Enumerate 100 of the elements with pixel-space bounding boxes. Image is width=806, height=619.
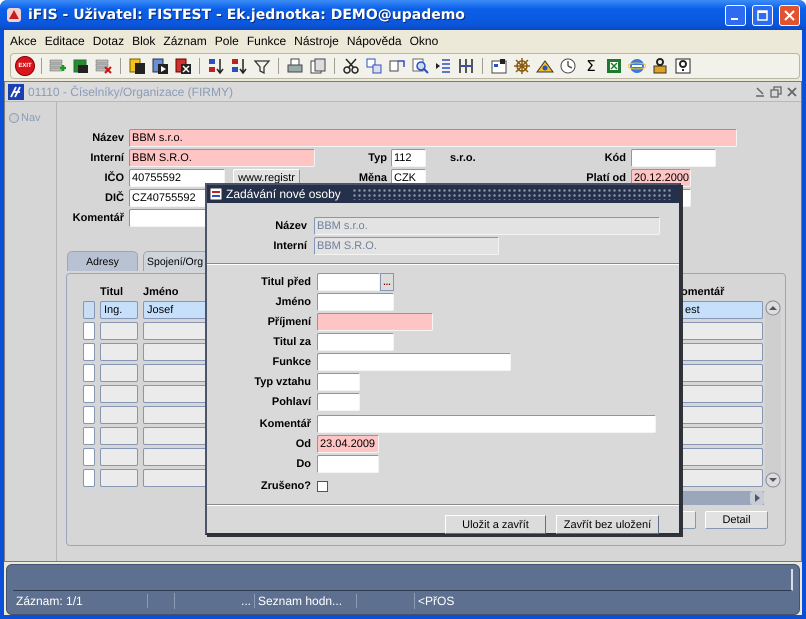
field-label: Název [91, 132, 124, 144]
column-header: omentář [681, 286, 726, 298]
dialog-title: Zadávání nové osoby [226, 187, 341, 201]
input-field[interactable] [317, 393, 360, 411]
print-preview-icon[interactable] [309, 57, 327, 75]
menu-item[interactable]: Pole [210, 34, 243, 48]
input-field[interactable]: 23.04.2009 [317, 435, 379, 453]
scroll-down-icon[interactable] [765, 472, 781, 488]
sort-ascending-icon[interactable] [207, 57, 225, 75]
globe-icon[interactable] [628, 57, 646, 75]
close-icon [784, 10, 795, 20]
close-icon[interactable] [786, 86, 798, 98]
close-button[interactable] [779, 4, 800, 26]
dialog-button[interactable]: Zavřít bez uložení [556, 515, 659, 534]
spreadsheet-icon[interactable] [605, 57, 623, 75]
field-label: Interní [272, 240, 307, 252]
menu-item[interactable]: Záznam [159, 34, 211, 48]
menu-item[interactable]: Nástroje [290, 34, 343, 48]
document-cross-icon[interactable] [174, 57, 192, 75]
input-field[interactable] [317, 313, 433, 331]
menu-item[interactable]: Editace [40, 34, 89, 48]
input-field[interactable] [317, 455, 379, 473]
menu-item[interactable]: Akce [6, 34, 41, 48]
field-label: Typ vztahu [253, 376, 311, 388]
input-field[interactable] [317, 415, 656, 433]
row-indicator[interactable] [83, 322, 95, 340]
maximize-button[interactable] [752, 4, 773, 26]
help-lock-icon[interactable] [651, 57, 669, 75]
field-label: Titul před [260, 276, 311, 288]
list-button[interactable]: ... [380, 273, 394, 291]
copy-icon[interactable] [365, 57, 383, 75]
row-indicator[interactable] [83, 427, 95, 445]
vertical-scrollbar[interactable] [765, 300, 781, 488]
row-indicator[interactable] [83, 448, 95, 466]
scroll-right-icon[interactable] [750, 491, 764, 505]
save-row-icon[interactable] [72, 57, 90, 75]
menu-item[interactable]: Funkce [242, 34, 290, 48]
document-stack-icon[interactable] [128, 57, 146, 75]
sort-descending-icon[interactable] [230, 57, 248, 75]
list-indent-icon[interactable] [434, 57, 452, 75]
scroll-up-icon[interactable] [765, 300, 781, 316]
input-field[interactable] [317, 293, 394, 311]
minimize-icon[interactable] [754, 86, 766, 98]
row-indicator[interactable] [83, 364, 95, 382]
app-icon [6, 7, 22, 23]
field-label: Komentář [72, 212, 124, 224]
field-label: Typ [367, 152, 387, 164]
input-field[interactable] [317, 273, 380, 291]
form-icon[interactable] [490, 57, 508, 75]
tab[interactable]: Adresy [67, 251, 138, 271]
input-field[interactable] [317, 353, 511, 371]
input-field[interactable]: BBM S.R.O. [129, 149, 315, 167]
field-label: Titul za [272, 336, 311, 348]
input-field[interactable]: 40755592 [129, 169, 225, 187]
magnifier-icon[interactable] [411, 57, 429, 75]
field-label: Jméno [274, 296, 311, 308]
window-title: iFIS - Uživatel: FISTEST - Ek.jednotka: DEMO@upademo [28, 7, 466, 23]
columns-icon[interactable] [457, 57, 475, 75]
delete-row-icon[interactable] [95, 57, 113, 75]
horizontal-scrollbar[interactable] [682, 491, 764, 505]
help-icon[interactable] [674, 57, 692, 75]
document-play-icon[interactable] [151, 57, 169, 75]
checkbox[interactable] [317, 480, 328, 492]
field-label: Do [295, 458, 311, 470]
input-field[interactable] [631, 149, 716, 167]
menu-item[interactable]: Nápověda [342, 34, 406, 48]
table-cell [100, 343, 138, 361]
table-cell: est [681, 301, 763, 319]
field-label: Název [274, 220, 307, 232]
dialog-button[interactable]: Uložit a zavřít [445, 515, 546, 534]
table-cell [100, 364, 138, 382]
form-window-title: 01110 - Číselníky/Organizace (FIRMY) [28, 84, 234, 98]
table-cell [100, 385, 138, 403]
field-label: Měna [358, 172, 387, 184]
menu-item[interactable]: Blok [128, 34, 160, 48]
input-field[interactable] [317, 373, 360, 391]
status-text: <PřOS [417, 594, 456, 608]
input-field[interactable] [317, 333, 394, 351]
row-indicator[interactable] [83, 343, 95, 361]
form-icon [209, 187, 223, 201]
sum-button[interactable]: Σ [581, 56, 601, 76]
table-cell: Ing. [100, 301, 138, 319]
helm-wheel-icon[interactable] [513, 57, 531, 75]
row-indicator[interactable] [83, 469, 95, 487]
scissors-icon[interactable] [342, 57, 360, 75]
table-cell [100, 322, 138, 340]
printer-icon[interactable] [286, 57, 304, 75]
name-field[interactable]: BBM s.r.o. [129, 129, 737, 147]
menu-item[interactable]: Dotaz [88, 34, 128, 48]
row-indicator[interactable] [83, 385, 95, 403]
restore-icon[interactable] [770, 86, 782, 98]
field-label: Platí od [585, 172, 626, 184]
input-field[interactable]: 112 [391, 149, 426, 167]
clock-icon[interactable] [559, 57, 577, 75]
status-text: Seznam hodn... [255, 594, 357, 608]
column-header: Titul [100, 286, 124, 298]
detail-button[interactable]: Detail [705, 511, 768, 529]
minimize-button[interactable] [725, 4, 746, 26]
menu-item[interactable]: Okno [406, 34, 442, 48]
row-indicator[interactable] [83, 406, 95, 424]
